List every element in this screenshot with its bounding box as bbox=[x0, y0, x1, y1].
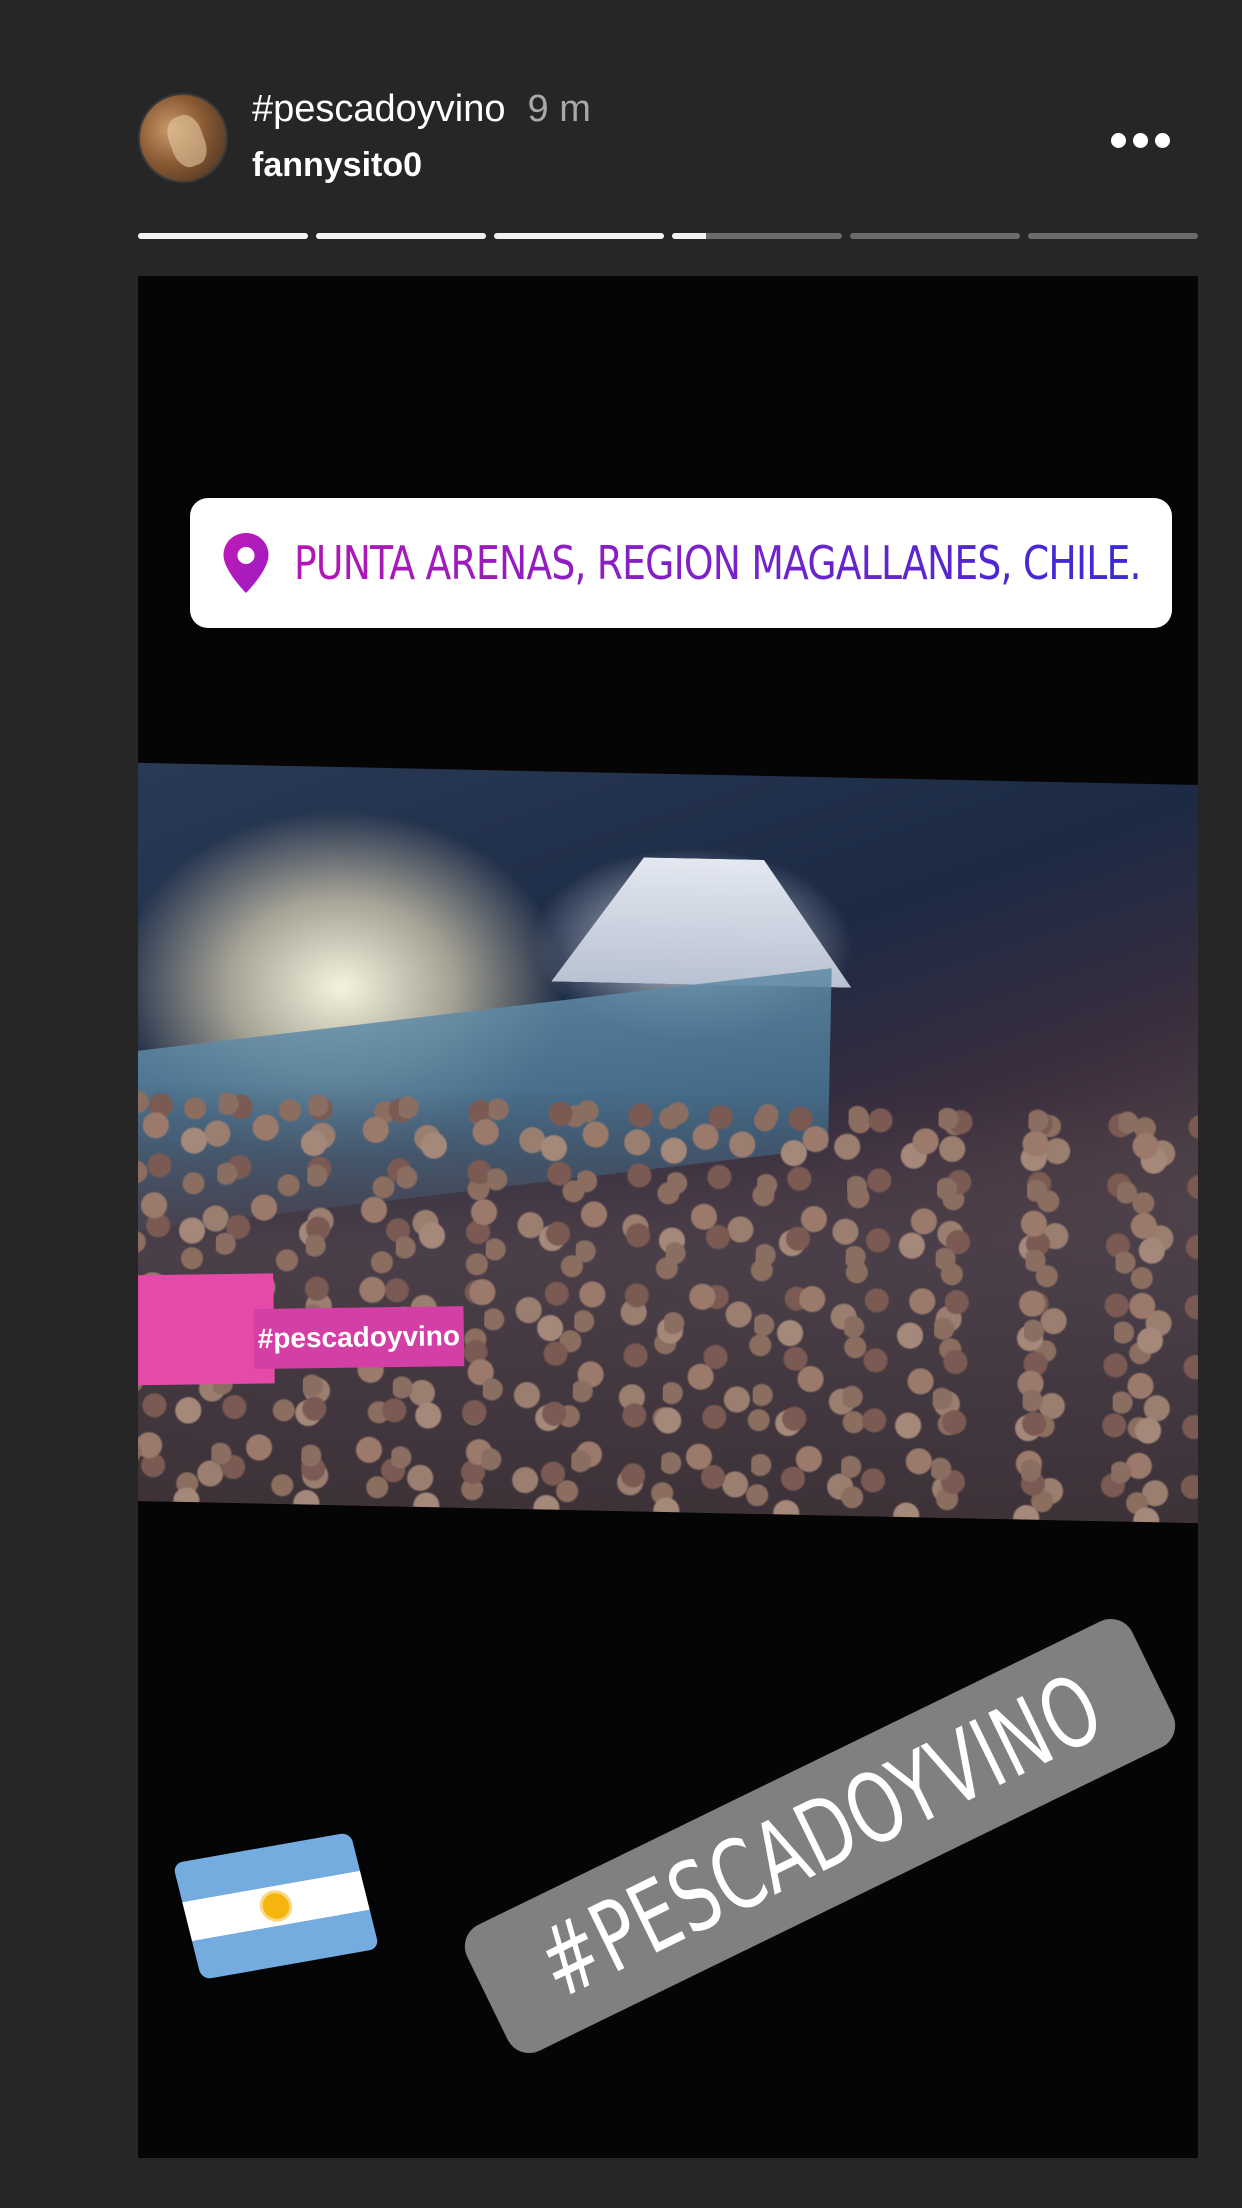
location-pin-icon bbox=[223, 533, 269, 593]
dot-icon bbox=[1154, 132, 1170, 148]
hashtag-sticker[interactable]: #PESCADOYVINO bbox=[456, 1610, 1184, 2062]
concert-video: #pescadoyvino bbox=[138, 762, 1198, 1524]
progress-segment-fill bbox=[138, 233, 308, 239]
argentina-flag-icon bbox=[172, 1832, 380, 1980]
timestamp: 9 m bbox=[527, 88, 591, 130]
story-header-title: #pescadoyvino 9 m bbox=[252, 88, 591, 131]
story-media[interactable]: PUNTA ARENAS, REGION MAGALLANES, CHILE. … bbox=[138, 276, 1198, 2158]
avatar[interactable] bbox=[138, 93, 228, 183]
progress-segment bbox=[850, 233, 1020, 239]
dot-icon bbox=[1132, 132, 1148, 148]
crowd bbox=[138, 1080, 1198, 1524]
more-options-button[interactable] bbox=[1100, 120, 1180, 160]
username[interactable]: fannysito0 bbox=[252, 146, 422, 185]
story-progress-bar bbox=[138, 233, 1198, 239]
progress-segment-fill bbox=[494, 233, 664, 239]
tent bbox=[551, 842, 854, 988]
progress-segment-fill bbox=[316, 233, 486, 239]
location-sticker[interactable]: PUNTA ARENAS, REGION MAGALLANES, CHILE. bbox=[190, 498, 1172, 628]
progress-segment-fill bbox=[672, 233, 706, 239]
video-hashtag-sign: #pescadoyvino bbox=[253, 1306, 465, 1370]
location-text: PUNTA ARENAS, REGION MAGALLANES, CHILE. bbox=[294, 536, 1141, 590]
hashtag-title[interactable]: #pescadoyvino bbox=[252, 88, 506, 130]
progress-segment bbox=[1028, 233, 1198, 239]
sun-of-may-icon bbox=[260, 1891, 292, 1921]
hashtag-sticker-text: #PESCADOYVINO bbox=[520, 1651, 1120, 2021]
dot-icon bbox=[1110, 132, 1126, 148]
progress-segment bbox=[316, 233, 486, 239]
progress-segment bbox=[672, 233, 842, 239]
progress-segment bbox=[138, 233, 308, 239]
progress-segment bbox=[494, 233, 664, 239]
